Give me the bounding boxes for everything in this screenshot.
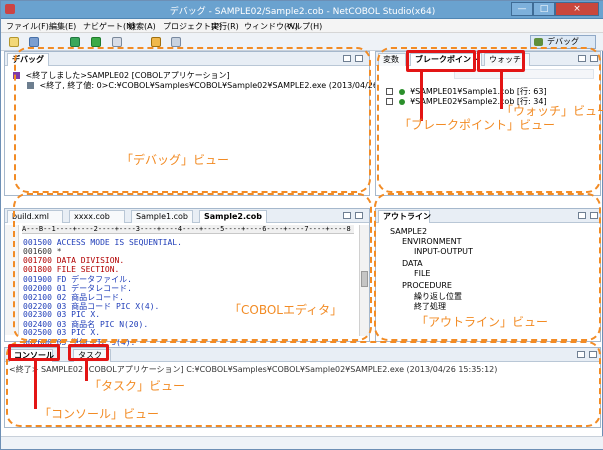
application-window: デバッグ - SAMPLE02/Sample2.cob - NetCOBOL S… <box>0 0 603 450</box>
menu-bar: ファイル(F) 編集(E) ナビゲート(N) 検索(A) プロジェクト(P) 実… <box>1 19 603 33</box>
minimize-button[interactable]: — <box>511 2 533 16</box>
title-bar: デバッグ - SAMPLE02/Sample2.cob - NetCOBOL S… <box>1 1 603 19</box>
debug-icon[interactable] <box>70 37 80 47</box>
console-view-label: 「コンソール」ビュー <box>39 407 160 421</box>
console-tab-highlight <box>8 344 60 361</box>
debug-view-annotation-box <box>14 47 371 193</box>
run-icon[interactable] <box>91 37 101 47</box>
console-callout-line <box>34 361 37 409</box>
save-icon[interactable] <box>29 37 39 47</box>
watch-view-label: 「ウォッチ」ビュー <box>501 104 603 118</box>
cobol-editor-annotation-box <box>13 193 372 341</box>
menu-search[interactable]: 検索(A) <box>128 21 156 32</box>
new-icon[interactable] <box>9 37 19 47</box>
debug-perspective-label: デバッグ <box>547 37 579 46</box>
maximize-button[interactable]: □ <box>533 2 555 16</box>
watch-tab-highlight <box>477 50 525 72</box>
build-icon[interactable] <box>112 37 122 47</box>
menu-help[interactable]: ヘルプ(H) <box>286 21 322 32</box>
menu-run[interactable]: 実行(R) <box>211 21 239 32</box>
task-view-label: 「タスク」ビュー <box>89 379 186 393</box>
debug-view-label: 「デバッグ」ビュー <box>121 153 230 167</box>
breakpoint-callout-line <box>420 72 423 121</box>
menu-file[interactable]: ファイル(F) <box>6 21 49 32</box>
status-bar <box>1 436 603 449</box>
close-button[interactable]: × <box>555 2 599 16</box>
task-callout-line <box>85 361 88 381</box>
pencil-icon[interactable] <box>171 37 181 47</box>
menu-edit[interactable]: 編集(E) <box>49 21 76 32</box>
search-icon[interactable] <box>151 37 161 47</box>
outline-view-label: 「アウトライン」ビュー <box>416 315 549 329</box>
debug-perspective-icon <box>534 38 543 46</box>
task-tab-highlight <box>68 344 109 361</box>
breakpoint-tab-highlight <box>406 50 476 72</box>
cobol-editor-label: 「COBOLエディタ」 <box>229 303 343 317</box>
